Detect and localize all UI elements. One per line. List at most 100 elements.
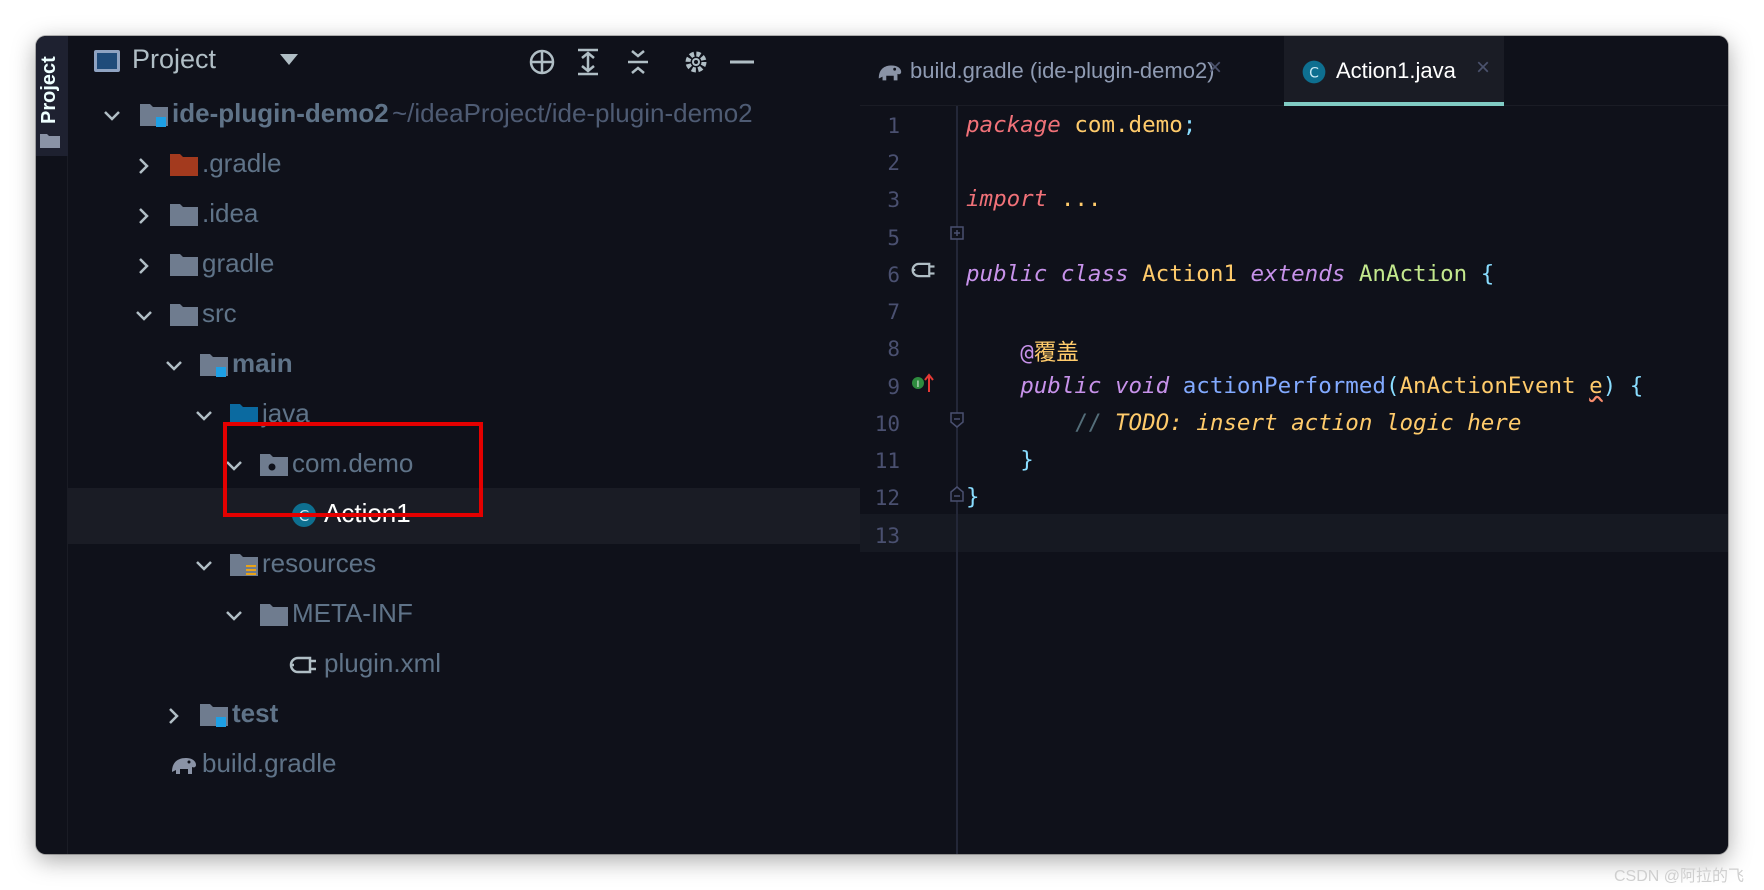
tree-row-gradle-cache[interactable]: .gradle xyxy=(68,138,860,194)
gear-icon[interactable] xyxy=(678,44,714,80)
code-line: public class Action1 extends AnAction { xyxy=(966,261,1495,287)
chevron-down-icon[interactable] xyxy=(134,306,154,326)
code-line: public void actionPerformed(AnActionEven… xyxy=(1020,373,1644,399)
svg-text:I: I xyxy=(917,380,920,390)
line-number: 9 xyxy=(887,375,900,399)
svg-text:C: C xyxy=(1309,65,1319,81)
tab-action1-java[interactable]: C Action1.java × xyxy=(1284,36,1504,106)
project-view-title[interactable]: Project xyxy=(132,44,216,75)
tab-label: Action1.java xyxy=(1336,58,1456,83)
tree-label: src xyxy=(202,298,237,328)
line-number: 7 xyxy=(887,300,900,324)
editor-tabs: build.gradle (ide-plugin-demo2) × C Acti… xyxy=(860,36,1728,106)
fold-icon[interactable] xyxy=(950,486,964,502)
folder-icon xyxy=(40,134,60,148)
close-icon[interactable]: × xyxy=(1476,54,1490,82)
chevron-down-icon[interactable] xyxy=(164,356,184,376)
project-view-icon xyxy=(94,50,120,72)
chevron-down-icon[interactable] xyxy=(224,606,244,626)
fold-icon[interactable] xyxy=(950,412,964,428)
test-root-folder-icon xyxy=(198,700,230,730)
current-line-highlight xyxy=(860,514,1728,552)
code-line: import ... xyxy=(966,186,1102,212)
line-number: 11 xyxy=(874,449,900,473)
folder-icon xyxy=(168,250,200,280)
code-line: // TODO: insert action logic here xyxy=(1074,410,1522,436)
line-number: 1 xyxy=(887,114,900,138)
editor-area: build.gradle (ide-plugin-demo2) × C Acti… xyxy=(860,36,1728,854)
tree-row-meta-inf[interactable]: META-INF xyxy=(68,588,860,644)
line-number: 6 xyxy=(887,263,900,287)
highlight-box xyxy=(223,422,483,517)
chevron-right-icon[interactable] xyxy=(134,206,154,226)
line-number: 13 xyxy=(874,524,900,548)
tree-row-gradle[interactable]: gradle xyxy=(68,238,860,294)
line-number: 12 xyxy=(874,486,900,510)
tree-label: build.gradle xyxy=(202,748,337,778)
chevron-down-icon[interactable] xyxy=(280,54,298,65)
plugin-action-icon[interactable] xyxy=(910,256,938,284)
ide-window: Project Project ide-plugin-demo2 ~/ideaP… xyxy=(36,36,1728,854)
tree-label: META-INF xyxy=(292,598,413,628)
code-line: @覆盖 xyxy=(1020,340,1079,366)
watermark: CSDN @阿拉的飞 xyxy=(1613,868,1744,885)
chevron-right-icon[interactable] xyxy=(134,256,154,276)
project-panel-header: Project xyxy=(68,36,860,88)
code-line: package com.demo; xyxy=(966,112,1197,138)
java-class-icon: C xyxy=(1302,60,1326,84)
tree-root-path: ~/ideaProject/ide-plugin-demo2 xyxy=(392,98,753,128)
tree-label-root: ide-plugin-demo2 xyxy=(172,98,389,128)
gutter-separator xyxy=(956,106,958,854)
code-line: } xyxy=(966,484,980,510)
tab-build-gradle[interactable]: build.gradle (ide-plugin-demo2) × xyxy=(860,36,1236,106)
tree-row-src[interactable]: src xyxy=(68,288,860,344)
project-panel: Project ide-plugin-demo2 ~/ideaProject/i… xyxy=(68,36,860,854)
collapse-all-icon[interactable] xyxy=(620,44,656,80)
hide-icon[interactable] xyxy=(724,44,760,80)
close-icon[interactable]: × xyxy=(1208,54,1222,82)
folder-icon xyxy=(168,200,200,230)
tool-window-stripe: Project xyxy=(36,36,68,854)
tree-row-test[interactable]: test xyxy=(68,688,860,744)
code-line: } xyxy=(1020,447,1034,473)
plugin-xml-icon xyxy=(288,650,320,680)
override-method-icon[interactable]: I xyxy=(910,370,936,396)
tree-label: main xyxy=(232,348,293,378)
line-number-gutter: 1 2 3 5 6 7 8 9 10 11 12 13 I xyxy=(860,106,964,854)
chevron-right-icon[interactable] xyxy=(164,706,184,726)
expand-all-icon[interactable] xyxy=(570,44,606,80)
chevron-down-icon[interactable] xyxy=(102,106,122,126)
fold-icon[interactable] xyxy=(950,226,964,240)
tree-label: resources xyxy=(262,548,377,578)
line-number: 2 xyxy=(887,151,900,175)
locate-icon[interactable] xyxy=(524,44,560,80)
project-stripe-label: Project xyxy=(38,56,60,124)
line-number: 10 xyxy=(874,412,900,436)
tree-label: test xyxy=(232,698,279,728)
resources-folder-icon xyxy=(228,550,260,580)
line-number: 8 xyxy=(887,337,900,361)
tree-row-main[interactable]: main xyxy=(68,338,860,394)
chevron-down-icon[interactable] xyxy=(194,556,214,576)
folder-icon xyxy=(258,600,290,630)
tree-row-resources[interactable]: resources xyxy=(68,538,860,594)
tree-label: .idea xyxy=(202,198,259,228)
module-folder-icon xyxy=(138,100,170,130)
line-number: 5 xyxy=(887,226,900,250)
chevron-down-icon[interactable] xyxy=(194,406,214,426)
folder-icon xyxy=(168,300,200,330)
tree-label: .gradle xyxy=(202,148,282,178)
tab-label: build.gradle (ide-plugin-demo2) xyxy=(910,58,1215,83)
line-number: 3 xyxy=(887,188,900,212)
tree-row-build-gradle[interactable]: build.gradle xyxy=(68,738,860,794)
project-tool-window-button[interactable]: Project xyxy=(36,36,68,156)
tree-row-plugin-xml[interactable]: plugin.xml xyxy=(68,638,860,694)
tree-row-idea[interactable]: .idea xyxy=(68,188,860,244)
gradle-elephant-icon xyxy=(168,750,200,780)
tree-label: gradle xyxy=(202,248,275,278)
folder-icon xyxy=(168,150,200,180)
gradle-elephant-icon xyxy=(878,65,902,81)
tree-row-root[interactable]: ide-plugin-demo2 ~/ideaProject/ide-plugi… xyxy=(68,88,860,144)
chevron-right-icon[interactable] xyxy=(134,156,154,176)
source-root-folder-icon xyxy=(198,350,230,380)
